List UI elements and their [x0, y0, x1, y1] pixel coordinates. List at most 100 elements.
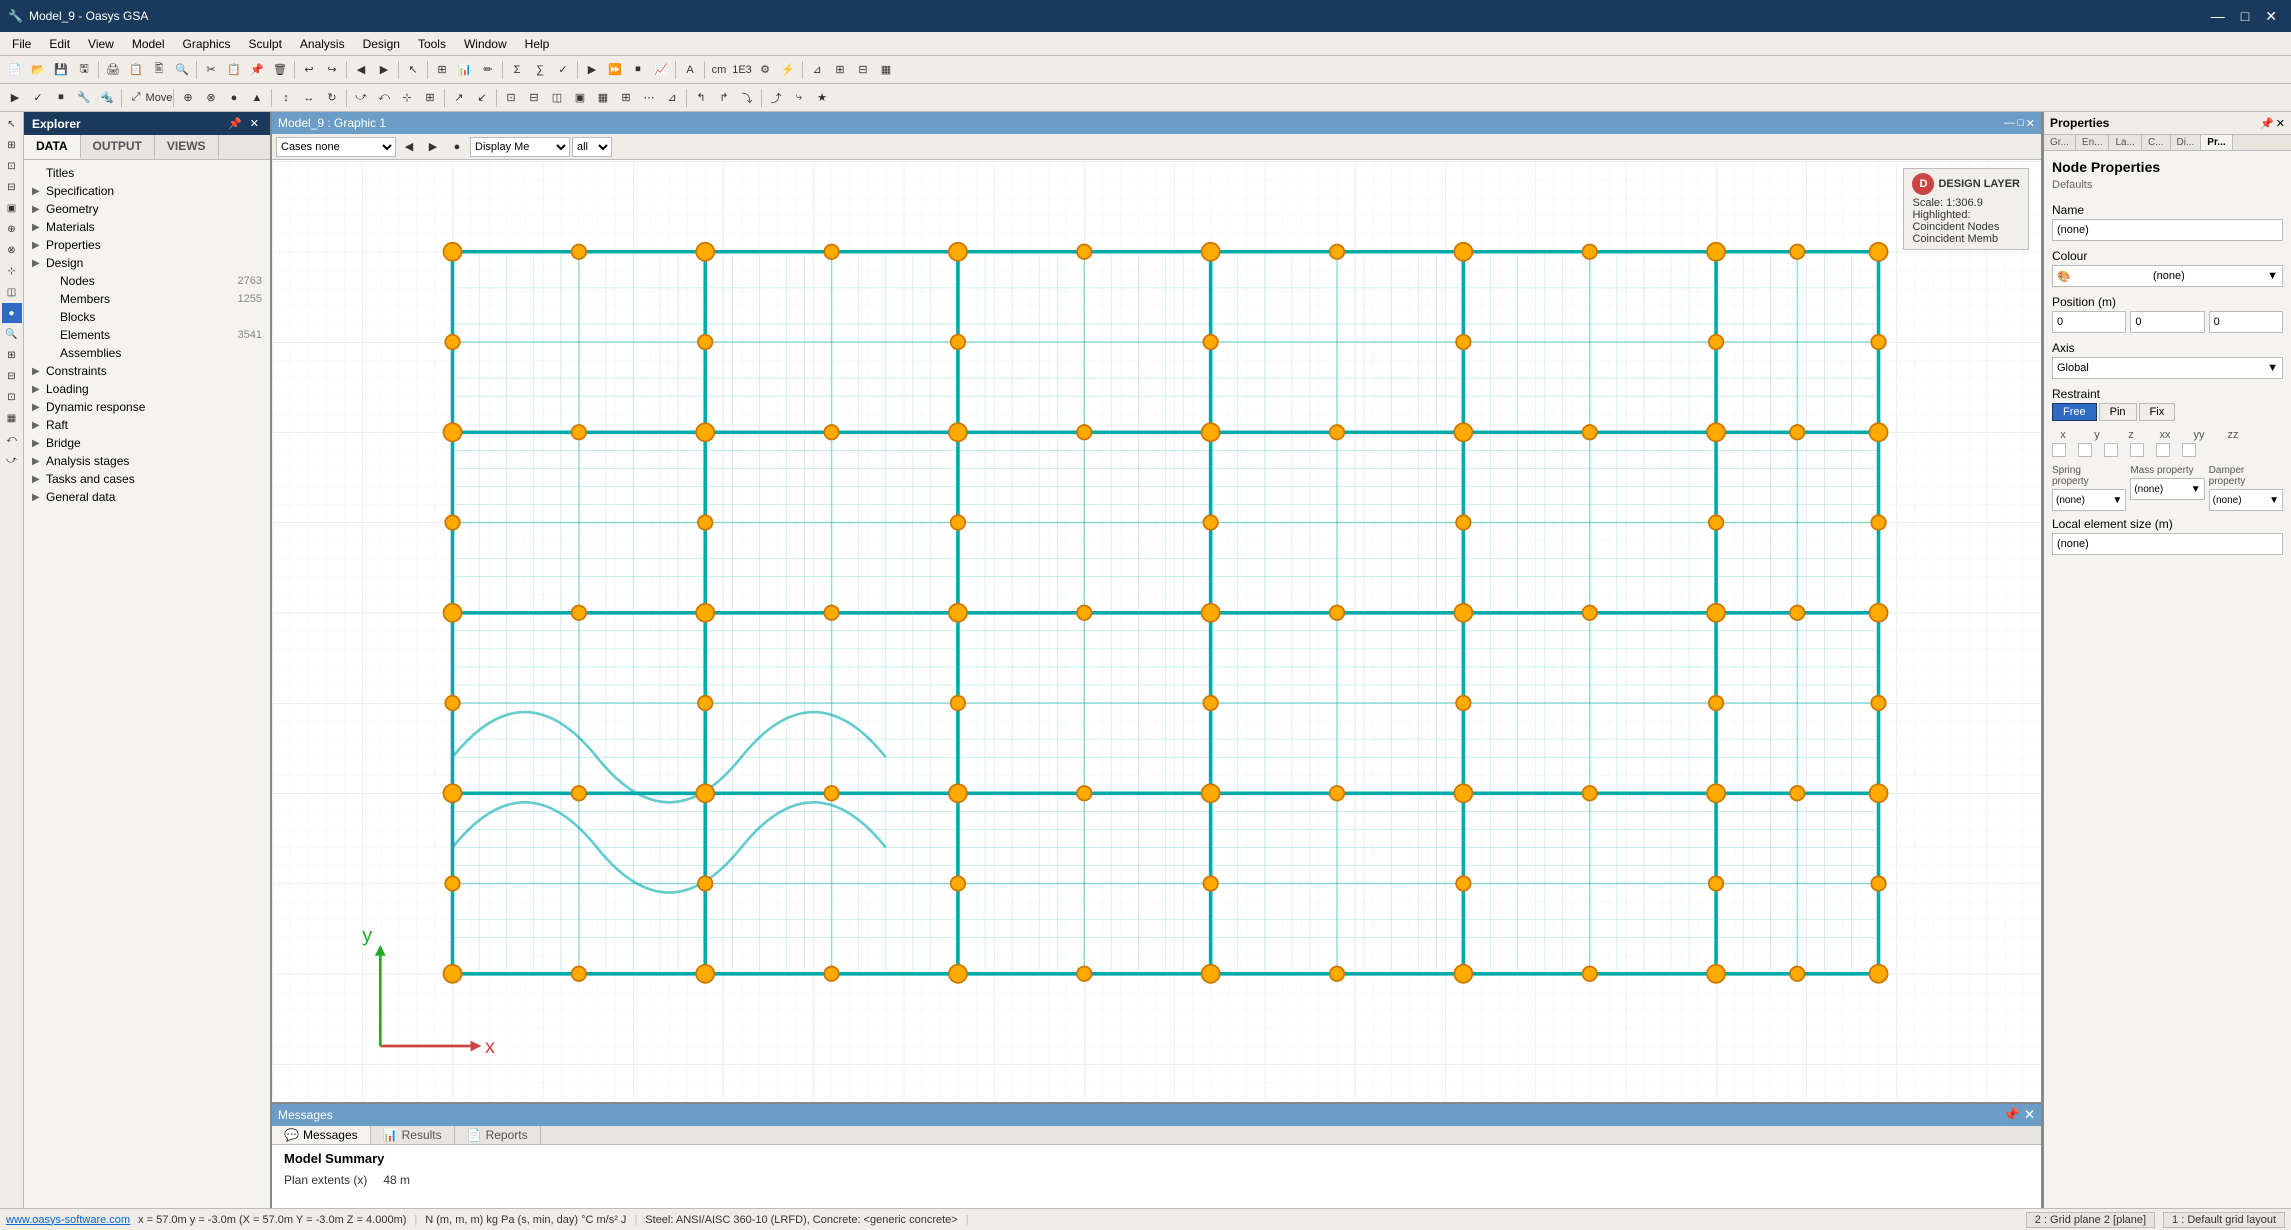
- tree-dynamic-response[interactable]: ▶ Dynamic response: [24, 398, 270, 416]
- sidebar-icon-10[interactable]: ⊟: [2, 366, 22, 386]
- explorer-pin-btn[interactable]: 📌: [225, 116, 245, 131]
- close-button[interactable]: ✕: [2259, 6, 2283, 27]
- maximize-button[interactable]: □: [2235, 6, 2255, 27]
- tb-sum[interactable]: Σ: [506, 59, 528, 81]
- tb2-extra4[interactable]: ⊗: [200, 87, 222, 109]
- tb-extra4[interactable]: ⊞: [829, 59, 851, 81]
- tb-extra2[interactable]: ⚡: [777, 59, 799, 81]
- tb-auto[interactable]: ∑: [529, 59, 551, 81]
- tb-extra1[interactable]: ⚙: [754, 59, 776, 81]
- explorer-close-btn[interactable]: ✕: [247, 116, 262, 131]
- status-website[interactable]: www.oasys-software.com: [6, 1214, 130, 1226]
- tb2-extra21[interactable]: ⤵: [736, 87, 758, 109]
- tb-cm[interactable]: cm: [708, 59, 730, 81]
- tb2-arrow1[interactable]: ↗: [448, 87, 470, 109]
- tb-back[interactable]: ◀: [350, 59, 372, 81]
- tree-titles[interactable]: Titles: [24, 164, 270, 182]
- tb2-move[interactable]: ⤢: [125, 87, 147, 109]
- prop-tab-la[interactable]: La...: [2109, 135, 2141, 150]
- sidebar-icon-11[interactable]: ⊡: [2, 387, 22, 407]
- tb2-run[interactable]: ▶: [4, 87, 26, 109]
- tb2-extra11[interactable]: ⊡: [500, 87, 522, 109]
- sidebar-icon-1[interactable]: ⊡: [2, 156, 22, 176]
- mass-property-select[interactable]: (none) ▼: [2130, 478, 2204, 500]
- cb-xx[interactable]: [2130, 443, 2144, 457]
- tree-raft[interactable]: ▶ Raft: [24, 416, 270, 434]
- sidebar-icon-9[interactable]: ⊞: [2, 345, 22, 365]
- tb2-stop[interactable]: ⏹: [50, 87, 72, 109]
- sidebar-icon-6[interactable]: ⊹: [2, 261, 22, 281]
- menu-design[interactable]: Design: [355, 35, 408, 53]
- tb-run2[interactable]: ⏩: [604, 59, 626, 81]
- menu-graphics[interactable]: Graphics: [175, 35, 239, 53]
- menu-analysis[interactable]: Analysis: [292, 35, 353, 53]
- tree-members[interactable]: Members 1255: [24, 290, 270, 308]
- menu-sculpt[interactable]: Sculpt: [241, 35, 290, 53]
- restraint-pin-btn[interactable]: Pin: [2099, 403, 2137, 421]
- cb-x[interactable]: [2052, 443, 2066, 457]
- tab-data[interactable]: DATA: [24, 135, 81, 159]
- sidebar-icon-2[interactable]: ⊟: [2, 177, 22, 197]
- tb-font[interactable]: A: [679, 59, 701, 81]
- prop-tab-di[interactable]: Di...: [2171, 135, 2202, 150]
- menu-view[interactable]: View: [80, 35, 122, 53]
- damper-property-select[interactable]: (none) ▼: [2209, 489, 2283, 511]
- sidebar-icon-8[interactable]: 🔍: [2, 324, 22, 344]
- tree-geometry[interactable]: ▶ Geometry: [24, 200, 270, 218]
- tree-design[interactable]: ▶ Design: [24, 254, 270, 272]
- toolbar-btn-2[interactable]: ▶: [422, 136, 444, 158]
- tb-new[interactable]: 📄: [4, 59, 26, 81]
- axis-dropdown[interactable]: Global ▼: [2052, 357, 2283, 379]
- local-element-input[interactable]: [2052, 533, 2283, 555]
- tree-tasks-cases[interactable]: ▶ Tasks and cases: [24, 470, 270, 488]
- tb2-circle[interactable]: ●: [223, 87, 245, 109]
- tb-extra3[interactable]: ⊿: [806, 59, 828, 81]
- menu-model[interactable]: Model: [124, 35, 173, 53]
- tb2-extra5[interactable]: ↕: [275, 87, 297, 109]
- status-grid-pill[interactable]: 2 : Grid plane 2 [plane]: [2026, 1212, 2155, 1228]
- tb-print[interactable]: 🖨: [102, 59, 124, 81]
- view-select[interactable]: all: [572, 137, 612, 157]
- pos-x-input[interactable]: [2052, 311, 2126, 333]
- tree-analysis-stages[interactable]: ▶ Analysis stages: [24, 452, 270, 470]
- prop-close-btn[interactable]: ✕: [2276, 117, 2285, 130]
- sidebar-icon-12[interactable]: ▦: [2, 408, 22, 428]
- tb2-extra20[interactable]: ↱: [713, 87, 735, 109]
- tb-check[interactable]: ✓: [552, 59, 574, 81]
- tb2-extra3[interactable]: ⊕: [177, 87, 199, 109]
- tab-messages[interactable]: 💬 Messages: [272, 1126, 371, 1144]
- tree-loading[interactable]: ▶ Loading: [24, 380, 270, 398]
- tb-extra5[interactable]: ⊟: [852, 59, 874, 81]
- tab-reports[interactable]: 📄 Reports: [455, 1126, 541, 1144]
- sidebar-icon-14[interactable]: ⤻: [2, 450, 22, 470]
- tb-table[interactable]: ⊞: [431, 59, 453, 81]
- tb2-extra18[interactable]: ⊿: [661, 87, 683, 109]
- minimize-button[interactable]: —: [2205, 6, 2231, 27]
- colour-dropdown[interactable]: 🎨 (none) ▼: [2052, 265, 2283, 287]
- display-select[interactable]: Display Me: [470, 137, 570, 157]
- tb-sculpt[interactable]: ✏: [477, 59, 499, 81]
- tb2-extra19[interactable]: ↰: [690, 87, 712, 109]
- tb2-extra9[interactable]: ⊹: [396, 87, 418, 109]
- tree-properties[interactable]: ▶ Properties: [24, 236, 270, 254]
- sidebar-icon-5[interactable]: ⊗: [2, 240, 22, 260]
- tb2-extra7[interactable]: ⤻: [350, 87, 372, 109]
- tree-blocks[interactable]: Blocks: [24, 308, 270, 326]
- tb2-extra22[interactable]: ⤴: [765, 87, 787, 109]
- graphic-maximize-btn[interactable]: □: [2017, 117, 2024, 130]
- sidebar-icon-7[interactable]: ◫: [2, 282, 22, 302]
- menu-window[interactable]: Window: [456, 35, 515, 53]
- sidebar-icon-pointer[interactable]: ↖: [2, 114, 22, 134]
- tb2-extra14[interactable]: ▣: [569, 87, 591, 109]
- restraint-fix-btn[interactable]: Fix: [2139, 403, 2176, 421]
- sidebar-icon-13[interactable]: ⤺: [2, 429, 22, 449]
- tb2-extra2[interactable]: 🔩: [96, 87, 118, 109]
- menu-help[interactable]: Help: [517, 35, 558, 53]
- tb-run[interactable]: ▶: [581, 59, 603, 81]
- tb-zoom[interactable]: 🔍: [171, 59, 193, 81]
- menu-file[interactable]: File: [4, 35, 39, 53]
- prop-tab-pr[interactable]: Pr...: [2201, 135, 2232, 150]
- tb-select[interactable]: ↖: [402, 59, 424, 81]
- tb-print2[interactable]: 📋: [125, 59, 147, 81]
- tb2-extra6[interactable]: ↔: [298, 87, 320, 109]
